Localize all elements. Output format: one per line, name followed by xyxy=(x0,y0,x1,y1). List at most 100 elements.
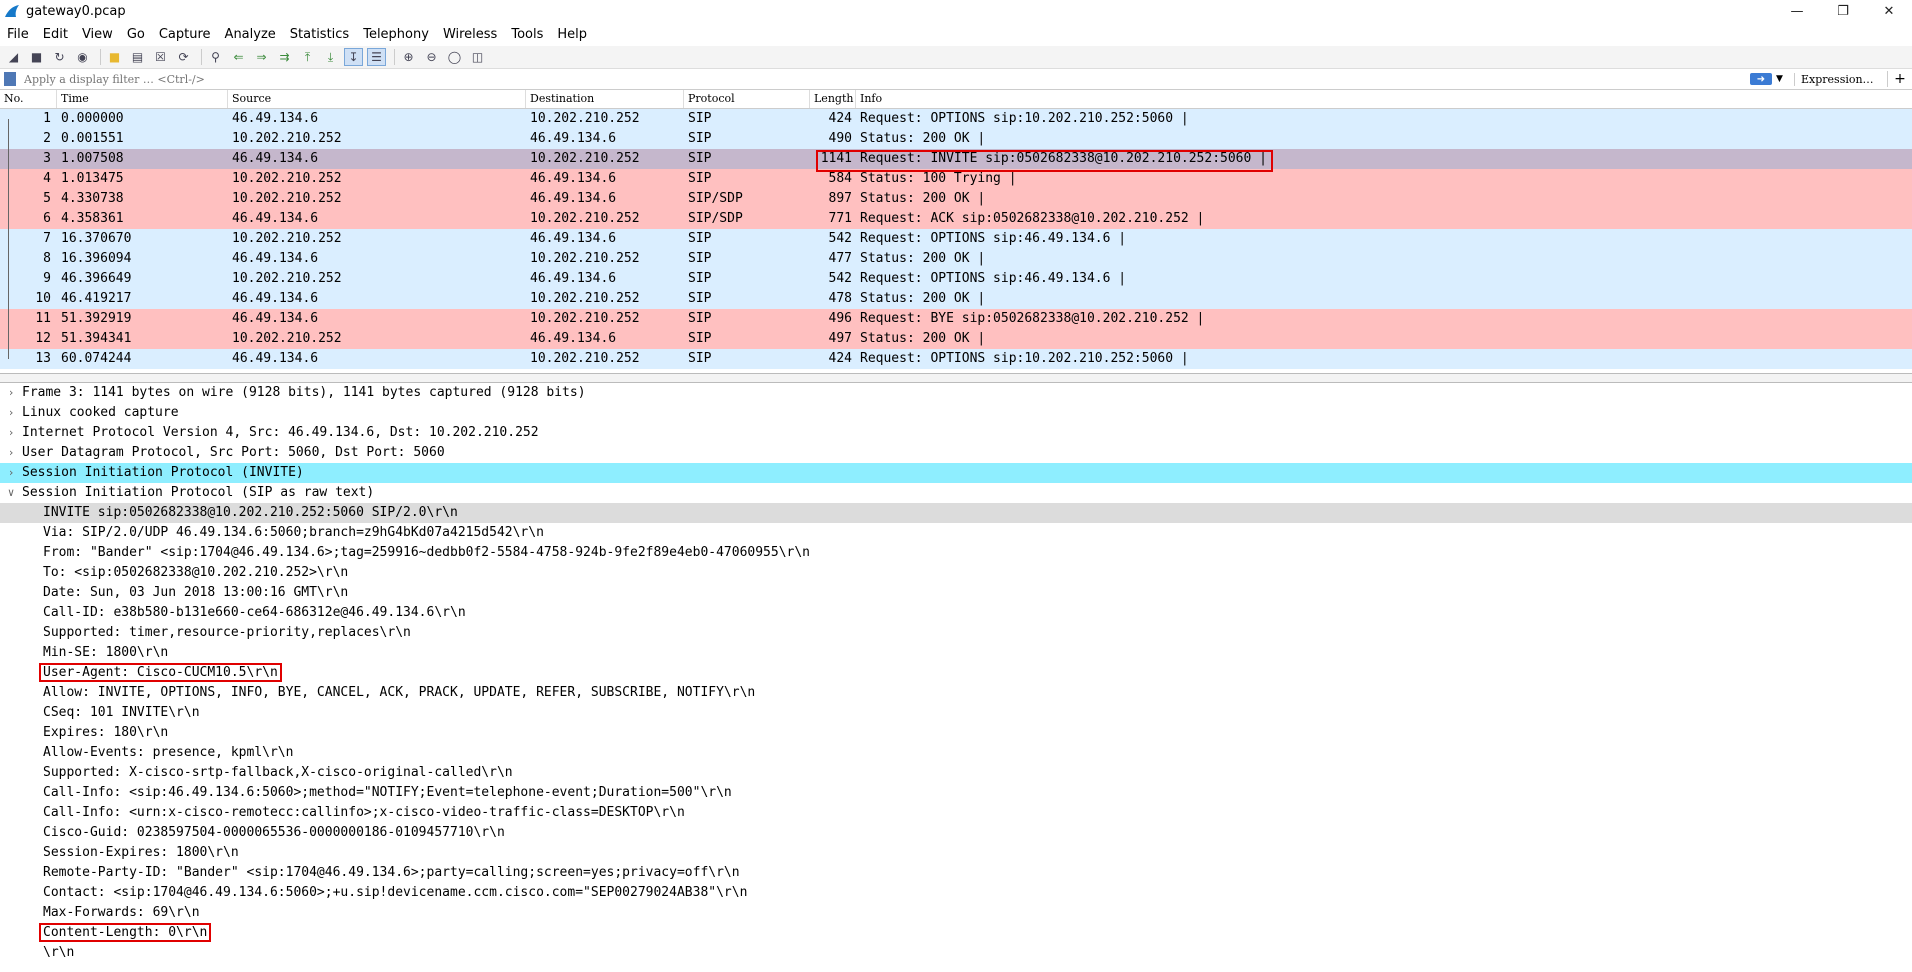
go-last-icon[interactable]: ⤓ xyxy=(321,48,340,66)
autoscroll-icon[interactable]: ↧ xyxy=(344,48,363,66)
packet-row[interactable]: 7 16.370670 10.202.210.252 46.49.134.6 SIP 54… xyxy=(0,229,1912,249)
sip-header-line[interactable]: Call-Info: <sip:46.49.134.6:5060>;method… xyxy=(0,783,1912,803)
chevron-down-icon[interactable]: ▼ xyxy=(1776,74,1786,84)
sip-header-line[interactable]: Session-Expires: 1800\r\n xyxy=(0,843,1912,863)
find-packet-icon[interactable]: ⚲ xyxy=(206,48,225,66)
open-file-icon[interactable]: ■ xyxy=(105,48,124,66)
detail-layer-row[interactable]: › User Datagram Protocol, Src Port: 5060,… xyxy=(0,443,1912,463)
packet-length: 477 xyxy=(828,251,852,266)
column-header-destination[interactable]: Destination xyxy=(526,90,684,108)
sip-header-line[interactable]: \r\n xyxy=(0,943,1912,963)
packet-row[interactable]: 11 51.392919 46.49.134.6 10.202.210.252 SIP 4… xyxy=(0,309,1912,329)
detail-layer-row[interactable]: ∨ Session Initiation Protocol (SIP as raw… xyxy=(0,483,1912,503)
packet-row[interactable]: 5 4.330738 10.202.210.252 46.49.134.6 SIP/SD… xyxy=(0,189,1912,209)
restore-button[interactable]: ❐ xyxy=(1820,0,1866,22)
pane-splitter[interactable] xyxy=(0,373,1912,383)
packet-protocol: SIP xyxy=(688,291,712,306)
packet-row[interactable]: 13 60.074244 46.49.134.6 10.202.210.252 SIP 4… xyxy=(0,349,1912,369)
menu-analyze[interactable]: Analyze xyxy=(218,27,283,42)
sip-header-line[interactable]: To: <sip:0502682338@10.202.210.252>\r\n xyxy=(0,563,1912,583)
sip-header-line[interactable]: INVITE sip:0502682338@10.202.210.252:506… xyxy=(0,503,1912,523)
detail-layer-row[interactable]: › Session Initiation Protocol (INVITE) xyxy=(0,463,1912,483)
column-header-time[interactable]: Time xyxy=(57,90,228,108)
sip-header-line[interactable]: From: "Bander" <sip:1704@46.49.134.6>;ta… xyxy=(0,543,1912,563)
go-to-packet-icon[interactable]: ⇉ xyxy=(275,48,294,66)
packet-row[interactable]: 6 4.358361 46.49.134.6 10.202.210.252 SIP/SD… xyxy=(0,209,1912,229)
chevron-right-icon[interactable]: › xyxy=(4,403,18,423)
zoom-in-icon[interactable]: ⊕ xyxy=(399,48,418,66)
chevron-right-icon[interactable]: › xyxy=(4,383,18,403)
sip-header-line[interactable]: Contact: <sip:1704@46.49.134.6:5060>;+u.… xyxy=(0,883,1912,903)
sip-header-line[interactable]: Cisco-Guid: 0238597504-0000065536-000000… xyxy=(0,823,1912,843)
detail-layer-row[interactable]: › Internet Protocol Version 4, Src: 46.49… xyxy=(0,423,1912,443)
column-header-length[interactable]: Length xyxy=(810,90,856,108)
stop-capture-icon[interactable]: ■ xyxy=(27,48,46,66)
close-button[interactable]: ✕ xyxy=(1866,0,1912,22)
chevron-right-icon[interactable]: › xyxy=(4,443,18,463)
go-forward-icon[interactable]: ⇒ xyxy=(252,48,271,66)
menu-tools[interactable]: Tools xyxy=(504,27,550,42)
chevron-down-icon[interactable]: ∨ xyxy=(4,483,18,503)
expression-button[interactable]: Expression… xyxy=(1794,72,1887,86)
column-header-protocol[interactable]: Protocol xyxy=(684,90,810,108)
sip-header-line[interactable]: Call-ID: e38b580-b131e660-ce64-686312e@4… xyxy=(0,603,1912,623)
packet-row[interactable]: 1 0.000000 46.49.134.6 10.202.210.252 SIP 424… xyxy=(0,109,1912,129)
sip-header-line[interactable]: Min-SE: 1800\r\n xyxy=(0,643,1912,663)
display-filter-input[interactable] xyxy=(22,70,1750,88)
packet-row[interactable]: 10 46.419217 46.49.134.6 10.202.210.252 SIP 4… xyxy=(0,289,1912,309)
detail-layer-row[interactable]: › Linux cooked capture xyxy=(0,403,1912,423)
sip-header-line[interactable]: Remote-Party-ID: "Bander" <sip:1704@46.4… xyxy=(0,863,1912,883)
restart-capture-icon[interactable]: ↻ xyxy=(50,48,69,66)
sip-header-line[interactable]: Allow: INVITE, OPTIONS, INFO, BYE, CANCE… xyxy=(0,683,1912,703)
sip-header-line[interactable]: CSeq: 101 INVITE\r\n xyxy=(0,703,1912,723)
sip-header-line[interactable]: Allow-Events: presence, kpml\r\n xyxy=(0,743,1912,763)
go-first-icon[interactable]: ⤒ xyxy=(298,48,317,66)
resize-columns-icon[interactable]: ◫ xyxy=(468,48,487,66)
sip-header-line[interactable]: Date: Sun, 03 Jun 2018 13:00:16 GMT\r\n xyxy=(0,583,1912,603)
bookmark-icon[interactable] xyxy=(4,72,16,86)
sip-header-line[interactable]: User-Agent: Cisco-CUCM10.5\r\n xyxy=(0,663,1912,683)
zoom-out-icon[interactable]: ⊖ xyxy=(422,48,441,66)
menu-help[interactable]: Help xyxy=(550,27,594,42)
sip-header-line[interactable]: Supported: timer,resource-priority,repla… xyxy=(0,623,1912,643)
sip-header-line[interactable]: Call-Info: <urn:x-cisco-remotecc:callinf… xyxy=(0,803,1912,823)
close-file-icon[interactable]: ☒ xyxy=(151,48,170,66)
apply-filter-arrow-icon[interactable]: ➜ xyxy=(1750,73,1772,85)
start-capture-icon[interactable]: ◢ xyxy=(4,48,23,66)
chevron-right-icon[interactable]: › xyxy=(4,423,18,443)
capture-options-icon[interactable]: ◉ xyxy=(73,48,92,66)
sip-header-line[interactable]: Max-Forwards: 69\r\n xyxy=(0,903,1912,923)
menu-statistics[interactable]: Statistics xyxy=(283,27,356,42)
column-header-no[interactable]: No. xyxy=(0,90,57,108)
column-header-source[interactable]: Source xyxy=(228,90,526,108)
sip-header-line[interactable]: Content-Length: 0\r\n xyxy=(0,923,1912,943)
go-back-icon[interactable]: ⇐ xyxy=(229,48,248,66)
packet-row[interactable]: 8 16.396094 46.49.134.6 10.202.210.252 SIP 47… xyxy=(0,249,1912,269)
packet-row[interactable]: 4 1.013475 10.202.210.252 46.49.134.6 SIP 584… xyxy=(0,169,1912,189)
menu-file[interactable]: File xyxy=(0,27,36,42)
reload-file-icon[interactable]: ⟳ xyxy=(174,48,193,66)
zoom-normal-icon[interactable]: ◯ xyxy=(445,48,464,66)
sip-header-text: Supported: X-cisco-srtp-fallback,X-cisco… xyxy=(43,765,513,780)
save-file-icon[interactable]: ▤ xyxy=(128,48,147,66)
minimize-button[interactable]: — xyxy=(1774,0,1820,22)
column-header-info[interactable]: Info xyxy=(856,90,1912,108)
menu-go[interactable]: Go xyxy=(120,27,152,42)
menu-capture[interactable]: Capture xyxy=(152,27,218,42)
chevron-right-icon[interactable]: › xyxy=(4,463,18,483)
sip-header-line[interactable]: Expires: 180\r\n xyxy=(0,723,1912,743)
packet-protocol: SIP xyxy=(688,251,712,266)
menu-wireless[interactable]: Wireless xyxy=(436,27,504,42)
menu-view[interactable]: View xyxy=(75,27,120,42)
colorize-icon[interactable]: ☰ xyxy=(367,48,386,66)
packet-row[interactable]: 9 46.396649 10.202.210.252 46.49.134.6 SIP 54… xyxy=(0,269,1912,289)
sip-header-line[interactable]: Supported: X-cisco-srtp-fallback,X-cisco… xyxy=(0,763,1912,783)
packet-row[interactable]: 12 51.394341 10.202.210.252 46.49.134.6 SIP 4… xyxy=(0,329,1912,349)
sip-header-line[interactable]: Via: SIP/2.0/UDP 46.49.134.6:5060;branch… xyxy=(0,523,1912,543)
packet-row[interactable]: 3 1.007508 46.49.134.6 10.202.210.252 SIP 114… xyxy=(0,149,1912,169)
menu-telephony[interactable]: Telephony xyxy=(356,27,436,42)
menu-edit[interactable]: Edit xyxy=(36,27,75,42)
packet-row[interactable]: 2 0.001551 10.202.210.252 46.49.134.6 SIP 490… xyxy=(0,129,1912,149)
detail-layer-row[interactable]: › Frame 3: 1141 bytes on wire (9128 bits)… xyxy=(0,383,1912,403)
add-filter-button[interactable]: + xyxy=(1887,71,1912,87)
